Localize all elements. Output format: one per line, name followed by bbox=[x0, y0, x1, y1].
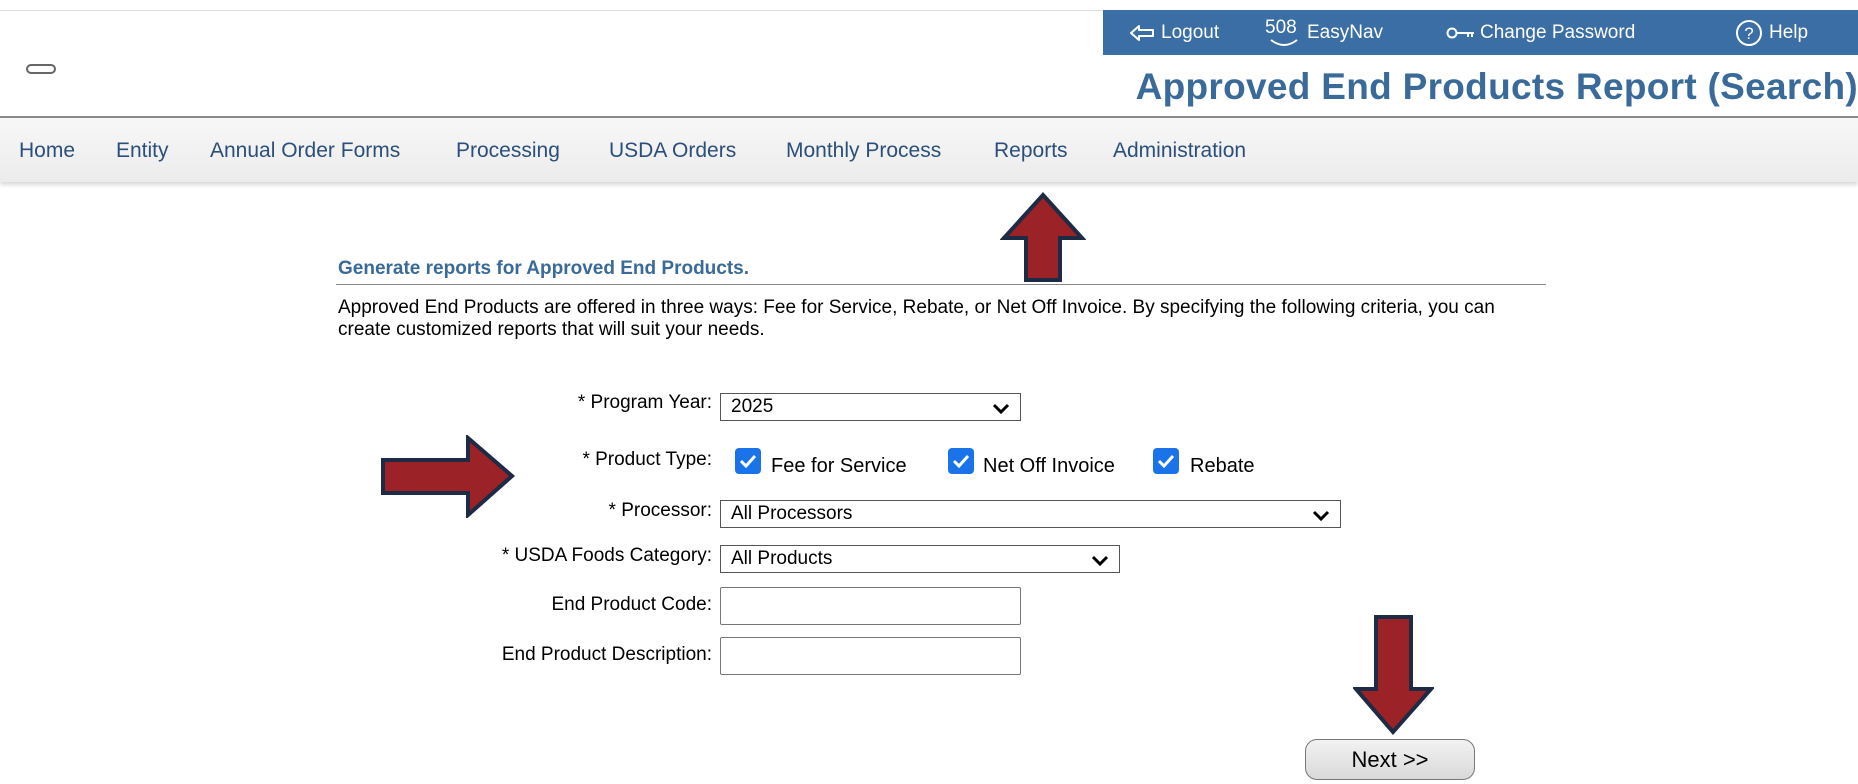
help-circle-icon: ? bbox=[1735, 19, 1763, 47]
program-year-select[interactable]: 2025 bbox=[720, 393, 1021, 421]
end-product-description-label: End Product Description: bbox=[501, 644, 712, 665]
main-menu: Home Entity Annual Order Forms Processin… bbox=[0, 116, 1858, 182]
usda-foods-category-label: * USDA Foods Category: bbox=[501, 545, 712, 566]
menu-item-monthly-process[interactable]: Monthly Process bbox=[786, 139, 941, 163]
processor-select[interactable]: All Processors bbox=[720, 500, 1341, 528]
section-divider bbox=[336, 284, 1546, 285]
help-label: Help bbox=[1769, 21, 1809, 43]
fee-for-service-label: Fee for Service bbox=[771, 455, 907, 477]
key-icon bbox=[1446, 26, 1476, 40]
logout-link[interactable]: Logout bbox=[1129, 10, 1219, 55]
page-title: Approved End Products Report (Search) bbox=[1135, 66, 1858, 107]
end-product-description-input[interactable] bbox=[720, 637, 1021, 675]
utility-toolbar: Logout 508 EasyNav Change Password ? Hel… bbox=[1103, 10, 1858, 55]
svg-text:?: ? bbox=[1744, 24, 1753, 43]
annotation-arrow-up-icon bbox=[1000, 192, 1086, 282]
end-product-code-input[interactable] bbox=[720, 587, 1021, 625]
help-link[interactable]: ? Help bbox=[1735, 10, 1808, 55]
change-password-link[interactable]: Change Password bbox=[1446, 10, 1635, 55]
checkmark-icon bbox=[739, 454, 757, 468]
end-product-code-label: End Product Code: bbox=[551, 594, 712, 615]
section-description: Approved End Products are offered in thr… bbox=[338, 297, 1495, 340]
section-heading: Generate reports for Approved End Produc… bbox=[338, 258, 750, 279]
menu-item-annual-order-forms[interactable]: Annual Order Forms bbox=[210, 139, 400, 163]
processor-label: * Processor: bbox=[608, 500, 712, 521]
net-off-invoice-checkbox[interactable] bbox=[948, 448, 974, 474]
next-button[interactable]: Next >> bbox=[1305, 739, 1475, 780]
menu-item-processing[interactable]: Processing bbox=[456, 139, 560, 163]
easynav-label: EasyNav bbox=[1307, 21, 1384, 43]
rebate-label: Rebate bbox=[1190, 455, 1255, 477]
net-off-invoice-label: Net Off Invoice bbox=[983, 455, 1115, 477]
checkmark-icon bbox=[952, 454, 970, 468]
easynav-link[interactable]: 508 EasyNav bbox=[1265, 10, 1383, 55]
processor-value: All Processors bbox=[731, 503, 853, 524]
menu-item-reports[interactable]: Reports bbox=[994, 139, 1068, 163]
program-year-value: 2025 bbox=[731, 396, 774, 417]
annotation-arrow-down-icon bbox=[1353, 615, 1434, 735]
menu-item-home[interactable]: Home bbox=[19, 139, 75, 163]
rebate-checkbox[interactable] bbox=[1153, 448, 1179, 474]
checkmark-icon bbox=[1157, 454, 1175, 468]
menu-item-administration[interactable]: Administration bbox=[1113, 139, 1246, 163]
annotation-arrow-right-icon bbox=[381, 435, 516, 518]
logout-label: Logout bbox=[1161, 21, 1220, 43]
menu-toggle-button[interactable] bbox=[26, 64, 56, 74]
usda-foods-category-value: All Products bbox=[731, 548, 833, 569]
menu-item-entity[interactable]: Entity bbox=[116, 139, 169, 163]
logout-arrow-icon bbox=[1129, 24, 1155, 42]
program-year-label: * Program Year: bbox=[577, 392, 712, 413]
product-type-label: * Product Type: bbox=[582, 449, 712, 470]
easynav-smile-icon: 508 bbox=[1265, 16, 1303, 50]
chevron-down-icon bbox=[1312, 507, 1330, 529]
usda-foods-category-select[interactable]: All Products bbox=[720, 545, 1120, 573]
chevron-down-icon bbox=[992, 400, 1010, 422]
menu-item-usda-orders[interactable]: USDA Orders bbox=[609, 139, 736, 163]
chevron-down-icon bbox=[1091, 552, 1109, 574]
change-password-label: Change Password bbox=[1480, 21, 1636, 43]
fee-for-service-checkbox[interactable] bbox=[735, 448, 761, 474]
